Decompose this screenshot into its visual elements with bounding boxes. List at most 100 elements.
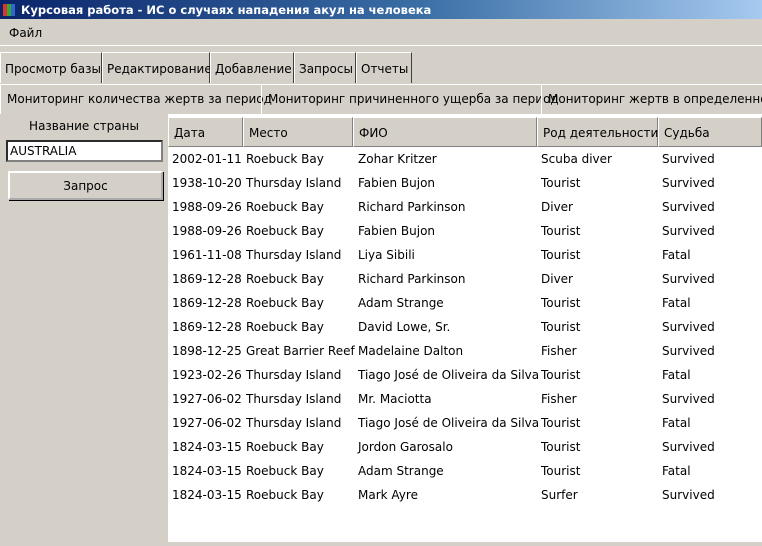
column-header-date[interactable]: Дата xyxy=(168,117,243,147)
country-input-value: AUSTRALIA xyxy=(10,144,77,158)
table-row[interactable]: 1938-10-20 Thursday Island Fabien Bujon Tou… xyxy=(168,171,762,195)
cell-occupation: Fisher xyxy=(541,344,577,358)
menu-bar: Файл xyxy=(0,19,762,46)
column-header-place[interactable]: Место xyxy=(243,117,353,147)
cell-fate: Survived xyxy=(662,152,715,166)
tab-adding[interactable]: Добавление xyxy=(210,52,294,83)
cell-fate: Fatal xyxy=(662,296,691,310)
cell-name: Jordon Garosalo xyxy=(358,440,453,454)
cell-occupation: Tourist xyxy=(541,248,581,262)
table-row[interactable]: 1824-03-15 Roebuck Bay Mark Ayre Surfer Surv… xyxy=(168,483,762,507)
cell-fate: Survived xyxy=(662,392,715,406)
cell-fate: Survived xyxy=(662,224,715,238)
tab-editing[interactable]: Редактирование xyxy=(102,52,212,83)
column-header-occupation[interactable]: Род деятельности xyxy=(537,117,658,147)
table-row[interactable]: 1927-06-02 Thursday Island Mr. Maciotta Fis… xyxy=(168,387,762,411)
cell-name: Richard Parkinson xyxy=(358,200,466,214)
cell-date: 1869-12-28 xyxy=(172,272,242,286)
cell-place: Roebuck Bay xyxy=(246,152,324,166)
cell-occupation: Tourist xyxy=(541,320,581,334)
cell-fate: Survived xyxy=(662,176,715,190)
cell-name: David Lowe, Sr. xyxy=(358,320,451,334)
cell-name: Richard Parkinson xyxy=(358,272,466,286)
country-label: Название страны xyxy=(29,119,139,133)
table-row[interactable]: 1927-06-02 Thursday Island Tiago José de O… xyxy=(168,411,762,435)
cell-name: Zohar Kritzer xyxy=(358,152,437,166)
cell-name: Fabien Bujon xyxy=(358,176,436,190)
query-subtabs: Мониторинг количества жертв за период Мо… xyxy=(0,84,762,114)
subtab-victims-specific[interactable]: Мониторинг жертв в определенном xyxy=(541,85,762,114)
cell-occupation: Tourist xyxy=(541,224,581,238)
table-row[interactable]: 1869-12-28 Roebuck Bay David Lowe, Sr. Tour… xyxy=(168,315,762,339)
cell-occupation: Tourist xyxy=(541,440,581,454)
subtab-damage[interactable]: Мониторинг причиненного ущерба за период xyxy=(261,85,559,114)
cell-occupation: Tourist xyxy=(541,416,581,430)
subtab-victims-count[interactable]: Мониторинг количества жертв за период xyxy=(0,85,272,114)
table-row[interactable]: 1869-12-28 Roebuck Bay Richard Parkinson Di… xyxy=(168,267,762,291)
cell-date: 1824-03-15 xyxy=(172,440,242,454)
table-row[interactable]: 1869-12-28 Roebuck Bay Adam Strange Tourist… xyxy=(168,291,762,315)
cell-occupation: Fisher xyxy=(541,392,577,406)
cell-place: Roebuck Bay xyxy=(246,200,324,214)
cell-date: 1927-06-02 xyxy=(172,416,242,430)
country-input[interactable]: AUSTRALIA xyxy=(6,140,163,162)
cell-occupation: Tourist xyxy=(541,464,581,478)
cell-name: Tiago José de Oliveira da Silva xyxy=(358,368,540,382)
column-header-fate[interactable]: Судьба xyxy=(658,117,762,147)
table-row[interactable]: 2002-01-11 Roebuck Bay Zohar Kritzer Scuba … xyxy=(168,147,762,171)
cell-place: Roebuck Bay xyxy=(246,296,324,310)
tab-queries[interactable]: Запросы xyxy=(294,52,356,83)
column-header-name[interactable]: ФИО xyxy=(353,117,537,147)
table-row[interactable]: 1898-12-25 Great Barrier Reef Madelaine Da… xyxy=(168,339,762,363)
cell-place: Roebuck Bay xyxy=(246,224,324,238)
grid-rows: 2002-01-11 Roebuck Bay Zohar Kritzer Scuba … xyxy=(168,147,762,507)
cell-date: 1824-03-15 xyxy=(172,464,242,478)
cell-fate: Fatal xyxy=(662,464,691,478)
cell-name: Madelaine Dalton xyxy=(358,344,464,358)
cell-name: Liya Sibili xyxy=(358,248,415,262)
cell-date: 1988-09-26 xyxy=(172,224,242,238)
menu-file[interactable]: Файл xyxy=(9,26,42,40)
cell-place: Thursday Island xyxy=(246,368,342,382)
cell-name: Adam Strange xyxy=(358,296,444,310)
cell-name: Mark Ayre xyxy=(358,488,418,502)
cell-fate: Survived xyxy=(662,200,715,214)
table-row[interactable]: 1988-09-26 Roebuck Bay Fabien Bujon Tourist… xyxy=(168,219,762,243)
cell-place: Thursday Island xyxy=(246,248,342,262)
table-row[interactable]: 1824-03-15 Roebuck Bay Adam Strange Tourist… xyxy=(168,459,762,483)
cell-date: 1898-12-25 xyxy=(172,344,242,358)
cell-place: Thursday Island xyxy=(246,392,342,406)
tab-reports[interactable]: Отчеты xyxy=(356,52,412,83)
cell-place: Roebuck Bay xyxy=(246,320,324,334)
cell-fate: Survived xyxy=(662,320,715,334)
cell-fate: Survived xyxy=(662,440,715,454)
query-panel: Название страны AUSTRALIA Запрос xyxy=(0,114,168,546)
tab-view-database[interactable]: Просмотр базы xyxy=(0,52,102,83)
table-row[interactable]: 1923-02-26 Thursday Island Tiago José de O… xyxy=(168,363,762,387)
cell-date: 1869-12-28 xyxy=(172,296,242,310)
title-bar[interactable]: Курсовая работа - ИС о случаях нападения… xyxy=(0,0,762,19)
cell-fate: Survived xyxy=(662,344,715,358)
cell-occupation: Tourist xyxy=(541,296,581,310)
table-row[interactable]: 1988-09-26 Roebuck Bay Richard Parkinson Di… xyxy=(168,195,762,219)
app-icon xyxy=(3,3,16,16)
cell-name: Tiago José de Oliveira da Silva xyxy=(358,416,540,430)
results-grid[interactable]: Дата Место ФИО Род деятельности Судьба 2… xyxy=(168,114,762,546)
table-row[interactable]: 1824-03-15 Roebuck Bay Jordon Garosalo Tour… xyxy=(168,435,762,459)
cell-date: 1923-02-26 xyxy=(172,368,242,382)
query-button[interactable]: Запрос xyxy=(8,171,163,200)
window-title: Курсовая работа - ИС о случаях нападения… xyxy=(21,2,432,17)
table-row[interactable]: 1961-11-08 Thursday Island Liya Sibili Tour… xyxy=(168,243,762,267)
cell-place: Thursday Island xyxy=(246,416,342,430)
cell-name: Adam Strange xyxy=(358,464,444,478)
cell-place: Roebuck Bay xyxy=(246,464,324,478)
cell-date: 1988-09-26 xyxy=(172,200,242,214)
cell-occupation: Tourist xyxy=(541,176,581,190)
grid-bottom-edge xyxy=(168,542,762,546)
cell-place: Great Barrier Reef xyxy=(246,344,355,358)
cell-fate: Fatal xyxy=(662,416,691,430)
cell-occupation: Scuba diver xyxy=(541,152,612,166)
cell-name: Fabien Bujon xyxy=(358,224,436,238)
cell-occupation: Tourist xyxy=(541,368,581,382)
cell-place: Roebuck Bay xyxy=(246,440,324,454)
